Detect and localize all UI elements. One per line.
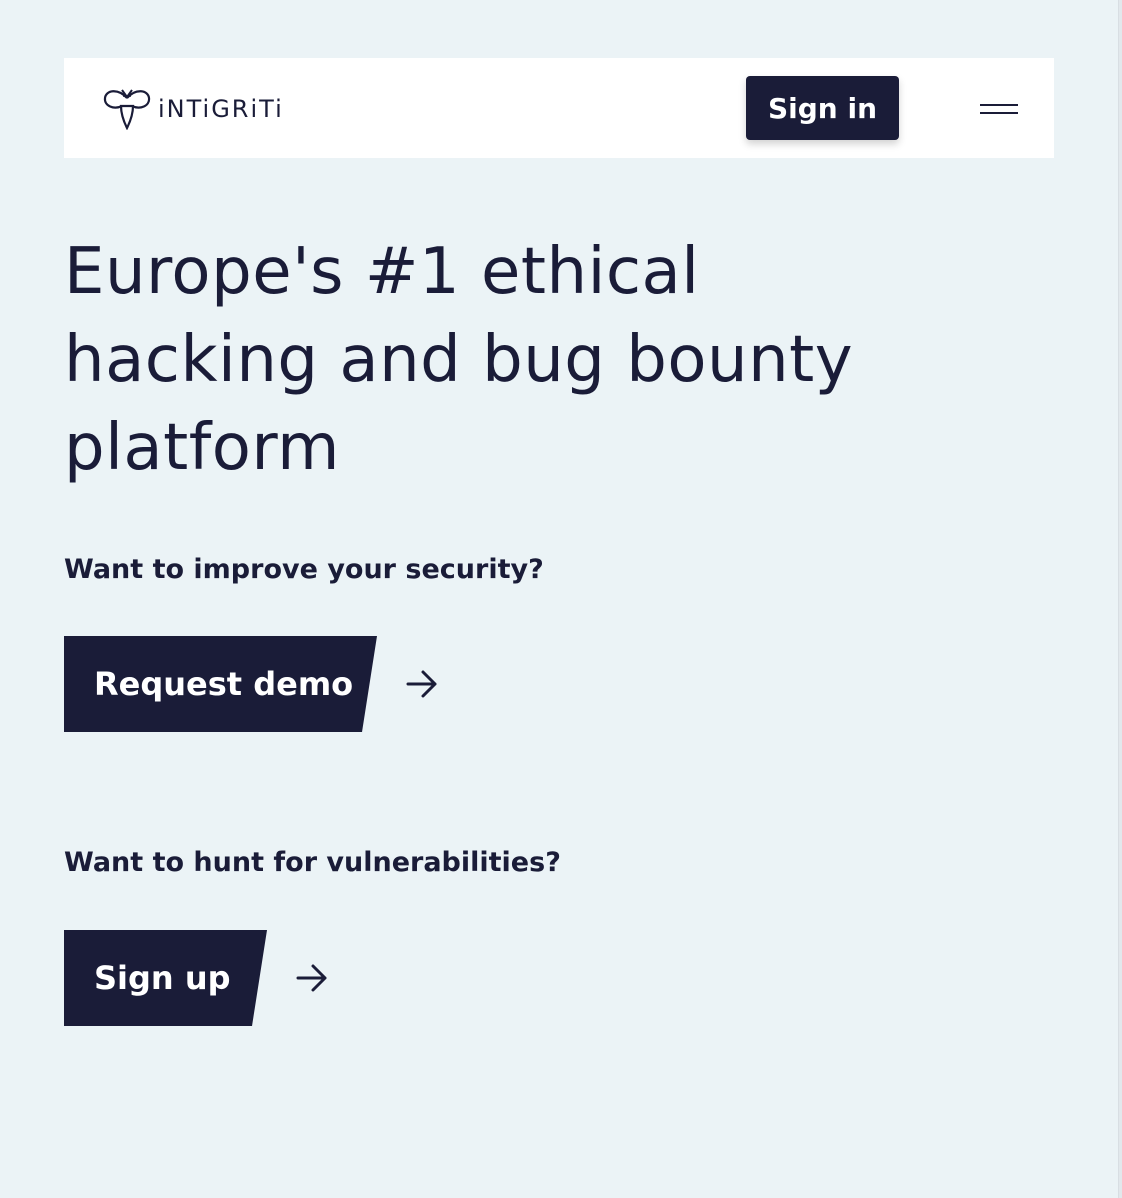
- logo-wordmark: iNTiGRiTi: [158, 95, 284, 123]
- hero-title: Europe's #1 ethical hacking and bug boun…: [64, 235, 854, 485]
- sign-up-row: Sign up: [64, 930, 329, 1026]
- sign-up-button[interactable]: Sign up: [64, 930, 267, 1026]
- request-demo-row: Request demo: [64, 636, 439, 732]
- intigriti-logo[interactable]: iNTiGRiTi: [102, 86, 284, 130]
- security-question: Want to improve your security?: [64, 554, 544, 585]
- menu-line-top: [980, 104, 1018, 106]
- page-scrollbar-edge: [1118, 0, 1122, 1198]
- menu-line-bottom: [980, 112, 1018, 114]
- logo-mark-icon: [103, 89, 151, 130]
- sign-in-button[interactable]: Sign in: [746, 76, 899, 140]
- arrow-right-icon[interactable]: [295, 961, 329, 995]
- request-demo-button[interactable]: Request demo: [64, 636, 377, 732]
- hamburger-menu-icon[interactable]: [976, 94, 1024, 122]
- arrow-right-icon[interactable]: [405, 667, 439, 701]
- site-header: iNTiGRiTi Sign in: [64, 58, 1054, 158]
- hunt-question: Want to hunt for vulnerabilities?: [64, 847, 561, 878]
